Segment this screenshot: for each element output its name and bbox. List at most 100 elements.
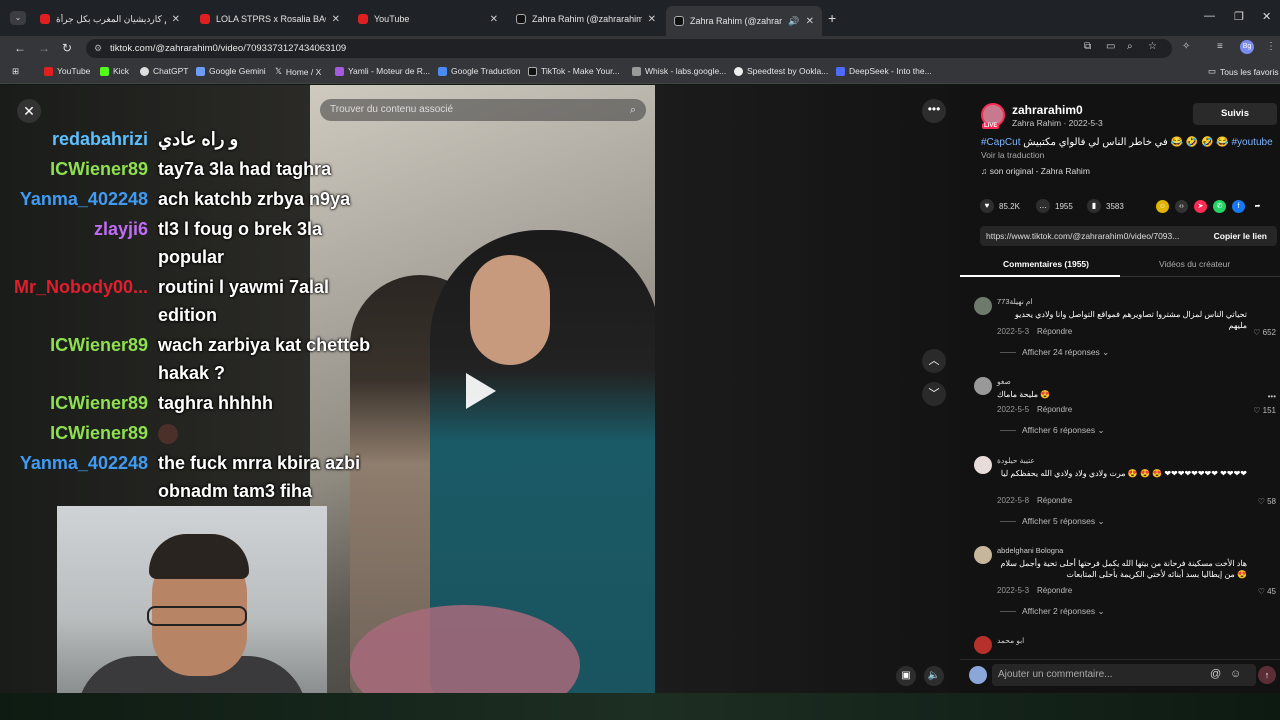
previous-video-button[interactable]: ︿ — [922, 349, 946, 373]
media-icon[interactable]: ≡ — [1217, 41, 1223, 52]
close-icon[interactable]: ✕ — [332, 14, 340, 25]
close-window-button[interactable]: ✕ — [1262, 10, 1271, 23]
related-search-input[interactable]: Trouver du contenu associé ⌕ — [320, 99, 646, 121]
url-field[interactable]: ⚙ tiktok.com/@zahrarahim0/video/70933731… — [86, 39, 1172, 58]
share-arrow-icon[interactable]: ➦ — [1251, 200, 1264, 213]
minimize-button[interactable]: — — [1204, 10, 1215, 22]
extensions-icon[interactable]: ✧ — [1182, 41, 1190, 52]
comment-meta: 2022-5-8 Répondre — [997, 496, 1072, 505]
chat-text: tay7a 3la had taghra — [158, 159, 332, 179]
browser-tab[interactable]: Zahra Rahim (@zahrarahim0) © ✕ — [508, 8, 664, 30]
profile-avatar[interactable]: Bg — [1240, 40, 1254, 54]
show-replies-button[interactable]: Afficher 24 réponses ⌄ — [1000, 347, 1109, 358]
commenter-avatar[interactable] — [974, 377, 992, 395]
creator-username[interactable]: zahrarahim0 — [1012, 103, 1083, 117]
bookmark-chatgpt[interactable]: ChatGPT — [140, 66, 188, 76]
video-link-field[interactable]: https://www.tiktok.com/@zahrarahim0/vide… — [980, 226, 1277, 246]
bookmark-yamli[interactable]: Yamli - Moteur de R... — [335, 66, 430, 76]
copy-link-button[interactable]: Copier le lien — [1214, 226, 1267, 246]
reply-button[interactable]: Répondre — [1037, 586, 1072, 595]
volume-button[interactable]: 🔈 — [924, 666, 944, 686]
bookmark-youtube[interactable]: YouTube — [44, 66, 90, 76]
commenter-name[interactable]: صغو — [997, 377, 1011, 386]
mention-icon[interactable]: @ — [1210, 668, 1221, 680]
pip-button[interactable]: ▣ — [896, 666, 916, 686]
follow-button[interactable]: Suivis — [1193, 103, 1277, 125]
tab-creator-videos[interactable]: Vidéos du créateur — [1159, 259, 1230, 269]
browser-tab-active[interactable]: Zahra Rahim (@zahrarahim 🔊 ✕ — [666, 6, 822, 36]
commenter-name[interactable]: ام نهيلة773 — [997, 297, 1033, 306]
sound-link[interactable]: ♫ son original - Zahra Rahim — [981, 166, 1090, 176]
menu-icon[interactable]: ⋮ — [1266, 41, 1276, 52]
comment-like[interactable]: ♡ 151 — [1253, 406, 1276, 415]
bookmark-gemini[interactable]: Google Gemini — [196, 66, 266, 76]
browser-tab[interactable]: LOLA STPRS x Rosalia BAGDAD ✕ — [192, 8, 348, 30]
commenter-name[interactable]: ابو محمد — [997, 636, 1024, 645]
close-icon[interactable]: ✕ — [806, 16, 814, 27]
show-replies-button[interactable]: Afficher 5 réponses ⌄ — [1000, 516, 1105, 527]
comment-more-icon[interactable]: ••• — [1268, 392, 1276, 401]
reload-button[interactable]: ↻ — [62, 41, 72, 55]
comment-like[interactable]: ♡ 45 — [1258, 587, 1276, 596]
commenter-name[interactable]: abdelghani Bologna — [997, 546, 1063, 555]
search-icon[interactable]: ⌕ — [630, 99, 636, 121]
cast-icon[interactable]: ▭ — [1106, 41, 1115, 52]
comment-like[interactable]: ♡ 652 — [1253, 328, 1276, 337]
bookmark-deepseek[interactable]: DeepSeek - Into the... — [836, 66, 932, 76]
tab-search-button[interactable]: ⌄ — [10, 11, 26, 25]
translate-icon[interactable]: ⧉ — [1084, 41, 1091, 52]
hashtag-link[interactable]: #youtube — [1231, 137, 1272, 148]
commenter-avatar[interactable] — [974, 636, 992, 654]
commenter-name[interactable]: عتيبة حيلودة — [997, 456, 1035, 465]
see-translation-link[interactable]: Voir la traduction — [981, 150, 1044, 160]
forward-button[interactable]: → — [38, 41, 50, 55]
close-icon[interactable]: ✕ — [648, 14, 656, 25]
browser-tab[interactable]: YouTube ✕ — [350, 8, 506, 30]
whatsapp-icon[interactable]: ✆ — [1213, 200, 1226, 213]
more-options-button[interactable]: ••• — [922, 99, 946, 123]
close-icon[interactable]: ✕ — [490, 14, 498, 25]
new-tab-button[interactable]: + — [828, 10, 836, 26]
apps-icon[interactable]: ⊞ — [12, 66, 19, 77]
show-replies-button[interactable]: Afficher 6 réponses ⌄ — [1000, 425, 1105, 436]
tab-comments[interactable]: Commentaires (1955) — [1003, 259, 1089, 269]
save-stat[interactable]: ▮ 3583 — [1087, 199, 1124, 213]
commenter-avatar[interactable] — [974, 297, 992, 315]
zoom-icon[interactable]: ⌕ — [1127, 41, 1133, 52]
close-video-button[interactable]: ✕ — [17, 99, 41, 123]
browser-tab[interactable]: كيم كارديشيان المغرب بكل جرأة ✕ — [32, 8, 188, 30]
share-emoji-icon[interactable]: ☺ — [1156, 200, 1169, 213]
site-info-icon[interactable]: ⚙ — [94, 39, 102, 58]
send-icon[interactable]: ➤ — [1194, 200, 1207, 213]
commenter-avatar[interactable] — [974, 456, 992, 474]
comment-like[interactable]: ♡ 58 — [1258, 497, 1276, 506]
next-video-button[interactable]: ﹀ — [922, 382, 946, 406]
restore-button[interactable]: ❐ — [1234, 10, 1244, 23]
bookmark-x[interactable]: 𝕏 Home / X — [275, 66, 321, 77]
reply-button[interactable]: Répondre — [1037, 405, 1072, 414]
back-button[interactable]: ← — [14, 41, 26, 55]
reply-button[interactable]: Répondre — [1037, 327, 1072, 336]
embed-icon[interactable]: ‹› — [1175, 200, 1188, 213]
emoji-icon[interactable]: ☺ — [1230, 668, 1241, 680]
bookmark-star-icon[interactable]: ☆ — [1148, 41, 1157, 52]
heart-outline-icon: ♡ — [1253, 328, 1263, 337]
bookmark-translate[interactable]: Google Traduction — [438, 66, 520, 76]
comment-stat[interactable]: … 1955 — [1036, 199, 1073, 213]
close-icon[interactable]: ✕ — [172, 14, 180, 25]
bookmark-whisk[interactable]: Whisk - labs.google... — [632, 66, 726, 76]
bookmark-kick[interactable]: Kick — [100, 66, 129, 76]
post-comment-button[interactable]: ↑ — [1258, 666, 1276, 684]
description-text: في خاطر الناس لي فالواي مكتبيش 😂 🤣 🤣 😂 — [1023, 137, 1229, 148]
speaker-icon[interactable]: 🔊 — [788, 16, 799, 27]
bookmark-tiktok[interactable]: TikTok - Make Your... — [528, 66, 620, 76]
show-replies-button[interactable]: Afficher 2 réponses ⌄ — [1000, 606, 1105, 617]
all-bookmarks[interactable]: ▭ Tous les favoris — [1208, 66, 1279, 77]
bookmark-speedtest[interactable]: Speedtest by Ookla... — [734, 66, 828, 76]
facebook-icon[interactable]: f — [1232, 200, 1245, 213]
play-icon[interactable] — [466, 373, 496, 409]
commenter-avatar[interactable] — [974, 546, 992, 564]
hashtag-link[interactable]: #CapCut — [981, 137, 1020, 148]
like-stat[interactable]: ♥ 85.2K — [980, 199, 1020, 213]
reply-button[interactable]: Répondre — [1037, 496, 1072, 505]
